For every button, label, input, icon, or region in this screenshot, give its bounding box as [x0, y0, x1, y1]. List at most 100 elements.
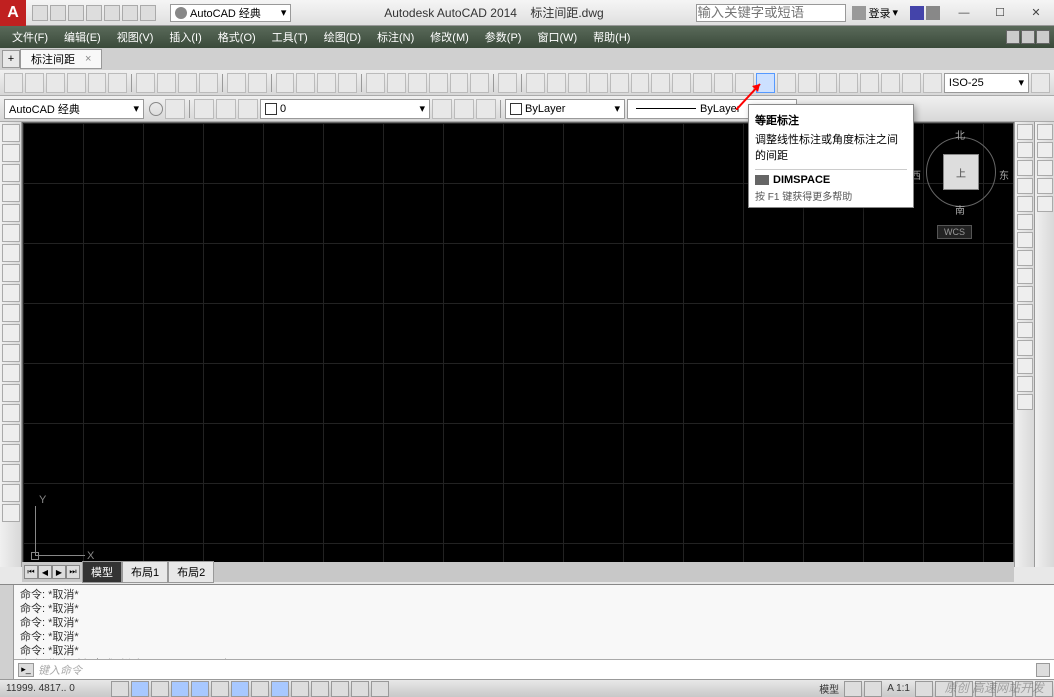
revcloud-icon[interactable]	[2, 264, 20, 282]
mirror-icon[interactable]	[1017, 160, 1033, 176]
insert-icon[interactable]	[2, 344, 20, 362]
qat-saveas-icon[interactable]	[86, 5, 102, 21]
annovis-icon[interactable]	[915, 681, 933, 697]
scale-icon[interactable]	[1017, 250, 1033, 266]
offset-icon[interactable]	[1017, 178, 1033, 194]
menu-window[interactable]: 窗口(W)	[529, 26, 585, 48]
ellipsearc-icon[interactable]	[2, 324, 20, 342]
save-icon[interactable]	[46, 73, 65, 93]
quickview-dwg-icon[interactable]	[864, 681, 882, 697]
showmotion-icon[interactable]	[1037, 196, 1053, 212]
dim-jogged-icon[interactable]	[631, 73, 650, 93]
publish-icon[interactable]	[108, 73, 127, 93]
help2-icon[interactable]	[498, 73, 517, 93]
menu-parametric[interactable]: 参数(P)	[477, 26, 530, 48]
maximize-button[interactable]: ☐	[982, 3, 1018, 23]
sheetset-icon[interactable]	[429, 73, 448, 93]
search-input[interactable]	[696, 4, 846, 22]
ellipse-icon[interactable]	[2, 304, 20, 322]
chamfer-icon[interactable]	[1017, 358, 1033, 374]
open-icon[interactable]	[25, 73, 44, 93]
menu-format[interactable]: 格式(O)	[210, 26, 264, 48]
cmd-prompt-icon[interactable]: ▸_	[18, 663, 34, 677]
rotate-icon[interactable]	[1017, 232, 1033, 248]
point-icon[interactable]	[2, 384, 20, 402]
menu-view[interactable]: 视图(V)	[109, 26, 162, 48]
layout-2[interactable]: 布局2	[168, 561, 214, 583]
doc-tab[interactable]: 标注间距×	[20, 49, 102, 69]
qat-save-icon[interactable]	[68, 5, 84, 21]
mtext-icon[interactable]	[2, 484, 20, 502]
ducs-toggle[interactable]	[251, 681, 269, 697]
dim-angular-icon[interactable]	[672, 73, 691, 93]
region-icon[interactable]	[2, 444, 20, 462]
dim-edit-icon[interactable]	[881, 73, 900, 93]
menu-edit[interactable]: 编辑(E)	[56, 26, 109, 48]
layer-combo[interactable]: 0▾	[260, 99, 430, 119]
dim-arc-icon[interactable]	[568, 73, 587, 93]
rectangle-icon[interactable]	[2, 204, 20, 222]
zoomext-icon[interactable]	[1037, 160, 1053, 176]
minimize-button[interactable]: —	[946, 3, 982, 23]
erase-icon[interactable]	[1017, 124, 1033, 140]
dim-update-icon[interactable]	[923, 73, 942, 93]
dim-jogline-icon[interactable]	[860, 73, 879, 93]
menu-modify[interactable]: 修改(M)	[422, 26, 477, 48]
dim-space-icon[interactable]	[756, 73, 775, 93]
snap-toggle[interactable]	[111, 681, 129, 697]
explode-icon[interactable]	[1017, 394, 1033, 410]
layer-cur-icon[interactable]	[476, 99, 496, 119]
dim-tedit-icon[interactable]	[902, 73, 921, 93]
layer-mgr-icon[interactable]	[194, 99, 214, 119]
osnap-toggle[interactable]	[191, 681, 209, 697]
signin-button[interactable]: 登录 ▾	[852, 5, 898, 21]
mdi-close-icon[interactable]	[1036, 30, 1050, 44]
qat-undo-icon[interactable]	[122, 5, 138, 21]
qat-new-icon[interactable]	[32, 5, 48, 21]
polygon-icon[interactable]	[2, 184, 20, 202]
tpy-toggle[interactable]	[311, 681, 329, 697]
command-input[interactable]: 键入命令	[38, 662, 1036, 678]
spline-icon[interactable]	[2, 284, 20, 302]
layout-first-icon[interactable]: ⏮	[24, 565, 38, 579]
coord-display[interactable]: 11999. 4817.. 0	[0, 683, 110, 694]
fillet-icon[interactable]	[1017, 376, 1033, 392]
3dosnap-toggle[interactable]	[211, 681, 229, 697]
stretch-icon[interactable]	[1017, 268, 1033, 284]
app-logo[interactable]: A	[0, 0, 26, 26]
mdi-minimize-icon[interactable]	[1006, 30, 1020, 44]
menu-insert[interactable]: 插入(I)	[161, 26, 209, 48]
hatch-icon[interactable]	[2, 404, 20, 422]
exchange-icon[interactable]	[910, 6, 924, 20]
new-tab-button[interactable]: +	[2, 50, 20, 68]
zoom-prev-icon[interactable]	[338, 73, 357, 93]
am-toggle[interactable]	[371, 681, 389, 697]
dimstyle-combo[interactable]: ISO-25▾	[944, 73, 1029, 93]
dim-center-icon[interactable]	[819, 73, 838, 93]
mdi-restore-icon[interactable]	[1021, 30, 1035, 44]
zoom-rt-icon[interactable]	[296, 73, 315, 93]
markup-icon[interactable]	[450, 73, 469, 93]
menu-tools[interactable]: 工具(T)	[264, 26, 316, 48]
paste-icon[interactable]	[178, 73, 197, 93]
layout-prev-icon[interactable]: ◀	[38, 565, 52, 579]
cmd-handle[interactable]	[0, 585, 14, 679]
layer-prev-icon[interactable]	[432, 99, 452, 119]
redo-icon[interactable]	[248, 73, 267, 93]
orbit-icon[interactable]	[1037, 178, 1053, 194]
pline-icon[interactable]	[2, 164, 20, 182]
properties-icon[interactable]	[366, 73, 385, 93]
qat-plot-icon[interactable]	[104, 5, 120, 21]
pan-icon[interactable]	[276, 73, 295, 93]
layout-model[interactable]: 模型	[82, 561, 122, 583]
copy2-icon[interactable]	[1017, 142, 1033, 158]
menu-file[interactable]: 文件(F)	[4, 26, 56, 48]
annoscale[interactable]: A 1:1	[883, 683, 914, 694]
dim-baseline-icon[interactable]	[714, 73, 733, 93]
move-icon[interactable]	[1017, 214, 1033, 230]
toolpalette-icon[interactable]	[408, 73, 427, 93]
quickview-layout-icon[interactable]	[844, 681, 862, 697]
circle-icon[interactable]	[2, 244, 20, 262]
layout-last-icon[interactable]: ⏭	[66, 565, 80, 579]
extend-icon[interactable]	[1017, 304, 1033, 320]
